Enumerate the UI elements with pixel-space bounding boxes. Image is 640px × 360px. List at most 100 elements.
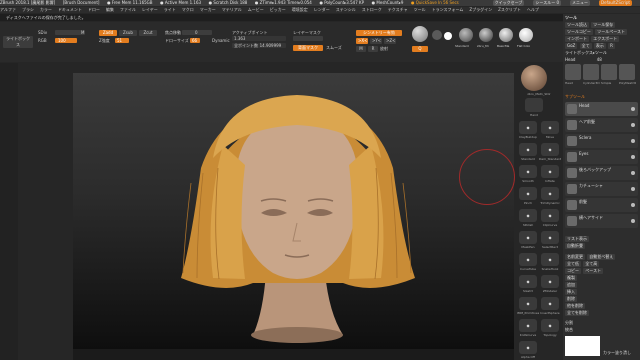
- menu-item-4[interactable]: ドロー: [88, 7, 100, 13]
- import-button[interactable]: インポート: [565, 36, 589, 42]
- dam-icon[interactable]: ◆: [541, 143, 559, 156]
- menu-item-6[interactable]: ファイル: [120, 7, 136, 13]
- imm-icon[interactable]: ◆: [519, 297, 537, 310]
- paste-subtool-button[interactable]: ペースト: [583, 268, 604, 274]
- tool-thumb-3[interactable]: [619, 64, 635, 80]
- eye-icon[interactable]: [631, 155, 635, 159]
- subtool-item[interactable]: Eyes: [565, 150, 638, 164]
- insert-button[interactable]: 挿入: [565, 289, 577, 295]
- move-icon[interactable]: ◆: [541, 121, 559, 134]
- material-thumb-4[interactable]: [519, 28, 533, 42]
- subtool-item[interactable]: Sclera: [565, 134, 638, 148]
- color-picker-swatch[interactable]: [565, 336, 600, 356]
- delete-button[interactable]: 削除: [565, 296, 577, 302]
- zadd-button[interactable]: Zadd: [99, 30, 117, 36]
- topology-icon[interactable]: ◆: [541, 319, 559, 332]
- menu-item-5[interactable]: 編集: [106, 7, 114, 13]
- paste-tool-button[interactable]: ツールペースト: [595, 29, 628, 35]
- auto-reorder-button[interactable]: 自動並べ替え: [587, 254, 616, 260]
- trim-icon[interactable]: ◆: [541, 187, 559, 200]
- menu-item-9[interactable]: マクロ: [182, 7, 194, 13]
- duplicate-button[interactable]: 複製: [565, 275, 577, 281]
- menu-item-7[interactable]: レイヤー: [142, 7, 158, 13]
- subtool-item[interactable]: 前髪: [565, 198, 638, 212]
- slash-icon[interactable]: ◆: [519, 275, 537, 288]
- lightbox-button[interactable]: ライトボックス: [3, 36, 33, 48]
- goz-button[interactable]: GoZ: [565, 43, 578, 49]
- menu-item-15[interactable]: レンダー: [314, 7, 330, 13]
- see-through-slider[interactable]: シースルー 0: [533, 0, 562, 6]
- all-high-button[interactable]: 全て高: [583, 261, 600, 267]
- split-button[interactable]: 分割: [565, 320, 638, 326]
- subtool-item[interactable]: 後ろバックアップ: [565, 166, 638, 180]
- current-material-sphere[interactable]: [521, 65, 547, 91]
- inflate-icon[interactable]: ◆: [541, 165, 559, 178]
- curve-icon[interactable]: ◆: [519, 253, 537, 266]
- menu-item-2[interactable]: カラー: [40, 7, 52, 13]
- material-quick-sphere[interactable]: [412, 26, 428, 42]
- default-script-button[interactable]: DefaultZScript: [599, 0, 632, 6]
- tool-thumb-1[interactable]: [583, 64, 599, 80]
- eye-icon[interactable]: [631, 219, 635, 223]
- material-thumb-3[interactable]: [499, 28, 513, 42]
- r-button[interactable]: R: [608, 43, 615, 49]
- morph-slider[interactable]: [293, 36, 323, 41]
- merge-button[interactable]: 統合: [565, 327, 638, 333]
- eye-icon[interactable]: [631, 139, 635, 143]
- symmetry-m-button[interactable]: M: [356, 46, 366, 52]
- clay-icon[interactable]: ◆: [519, 121, 537, 134]
- eye-icon[interactable]: [631, 107, 635, 111]
- smooth-icon[interactable]: ◆: [519, 165, 537, 178]
- subtool-item[interactable]: ヘア前髪: [565, 118, 638, 132]
- append-button[interactable]: 追加: [565, 282, 577, 288]
- eye-icon[interactable]: [631, 187, 635, 191]
- delete-other-button[interactable]: 他を削除: [565, 303, 585, 309]
- subtool-item[interactable]: Head: [565, 102, 638, 116]
- color-secondary-swatch[interactable]: [444, 32, 452, 40]
- copy-subtool-button[interactable]: コピー: [565, 268, 581, 274]
- eye-icon[interactable]: [631, 171, 635, 175]
- save-tool-button[interactable]: ツール保存: [591, 22, 616, 28]
- menu-item-17[interactable]: ストローク: [362, 7, 382, 13]
- dynamic-toggle[interactable]: Dynamic: [212, 38, 230, 43]
- all-button[interactable]: 全て: [579, 43, 592, 49]
- zsub-button[interactable]: Zsub: [119, 30, 137, 36]
- menu-item-10[interactable]: マーカー: [200, 7, 216, 13]
- menu-item-1[interactable]: ブラシ: [22, 7, 34, 13]
- insert-icon[interactable]: ◆: [541, 297, 559, 310]
- subtool-item[interactable]: 横ヘアサイド: [565, 214, 638, 228]
- pinch-icon[interactable]: ◆: [519, 187, 537, 200]
- left-tray-collapsed[interactable]: [0, 63, 18, 360]
- rename-button[interactable]: 名前変更: [565, 254, 585, 260]
- alpha-icon[interactable]: ◆: [519, 341, 537, 354]
- menu-item-22[interactable]: Zスクリプト: [498, 7, 521, 13]
- menu-item-12[interactable]: ムービー: [248, 7, 264, 13]
- material-thumb-2[interactable]: [479, 28, 493, 42]
- menu-item-21[interactable]: Zプラグイン: [469, 7, 492, 13]
- visible-button[interactable]: 表示: [593, 43, 606, 49]
- select-icon[interactable]: ◆: [541, 231, 559, 244]
- menu-item-3[interactable]: ドキュメント: [58, 7, 82, 13]
- copy-tool-button[interactable]: ツールコピー: [565, 29, 593, 35]
- hpolish-icon[interactable]: ◆: [519, 209, 537, 222]
- subtool-header[interactable]: サブツール: [565, 94, 638, 100]
- delete-all-button[interactable]: 全てを削除: [565, 310, 589, 316]
- mask-icon[interactable]: ◆: [519, 231, 537, 244]
- subtool-item[interactable]: カチューシャ: [565, 182, 638, 196]
- menu-item-11[interactable]: マテリアル: [222, 7, 242, 13]
- menu-item-14[interactable]: 環境設定: [292, 7, 308, 13]
- hand-brush-thumb[interactable]: [525, 98, 543, 112]
- menu-item-13[interactable]: ピッカー: [270, 7, 286, 13]
- menu-item-23[interactable]: ヘルプ: [527, 7, 539, 13]
- export-button[interactable]: エクスポート: [591, 36, 620, 42]
- tool-thumb-0[interactable]: [565, 64, 581, 80]
- zcut-button[interactable]: Zcut: [139, 30, 157, 36]
- all-low-button[interactable]: 全て低: [565, 261, 581, 267]
- menu-item-18[interactable]: テクスチャ: [388, 7, 408, 13]
- list-all-button[interactable]: リスト表示: [565, 236, 589, 242]
- menu-item-19[interactable]: ツール: [414, 7, 426, 13]
- eye-icon[interactable]: [631, 123, 635, 127]
- material-thumb-1[interactable]: [459, 28, 473, 42]
- menu-item-16[interactable]: ステンシル: [336, 7, 356, 13]
- backface-mask-button[interactable]: 背面マスク: [293, 45, 323, 51]
